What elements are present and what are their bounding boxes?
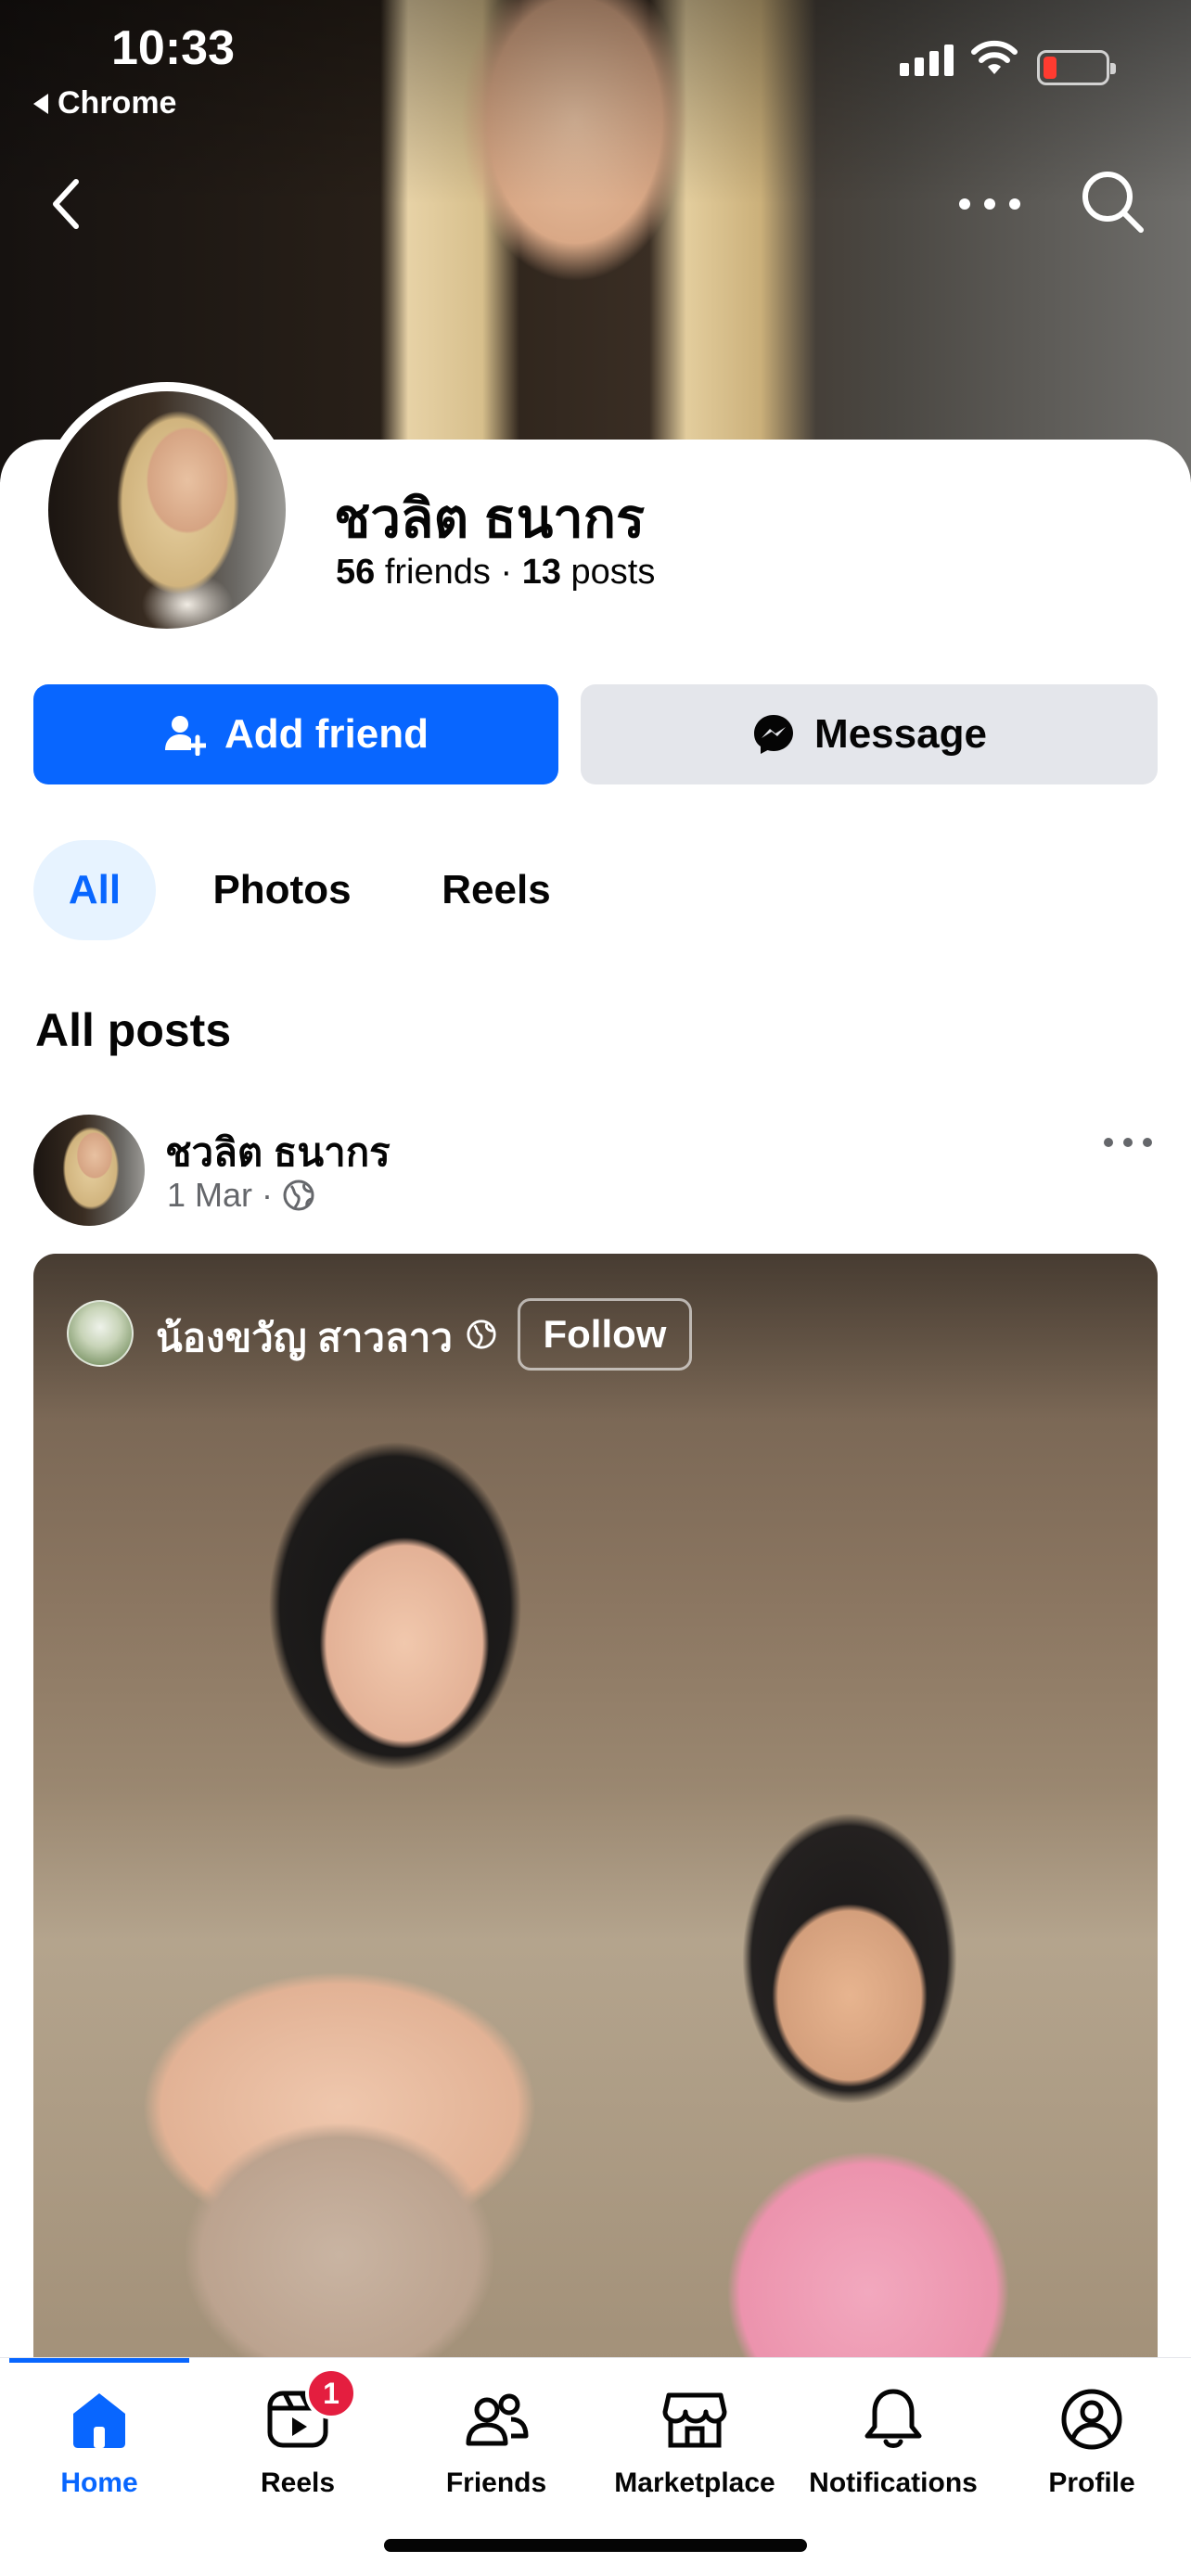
bottom-nav-friends[interactable]: Friends — [397, 2382, 596, 2540]
bottom-nav-notifications-label: Notifications — [809, 2468, 978, 2498]
post-meta-separator: · — [262, 1176, 274, 1214]
marketplace-icon — [662, 2392, 727, 2448]
bottom-nav-friends-label: Friends — [445, 2468, 547, 2498]
messenger-icon — [754, 715, 794, 754]
tab-all[interactable]: All — [33, 840, 156, 940]
post-reel-video[interactable]: น้องขวัญ สาวลาว Follow — [33, 1254, 1158, 2363]
friends-count[interactable]: 56 — [336, 553, 375, 592]
post-meta: 1 Mar · — [167, 1176, 315, 1215]
bottom-nav-profile-label: Profile — [1048, 2468, 1135, 2498]
status-time: 10:33 — [111, 21, 235, 75]
tab-reels[interactable]: Reels — [416, 840, 577, 940]
more-horizontal-icon[interactable] — [959, 185, 1020, 223]
post-author-name[interactable]: ชวลิต ธนากร — [165, 1122, 391, 1183]
reel-author-avatar[interactable] — [67, 1300, 134, 1367]
tab-photos[interactable]: Photos — [197, 840, 367, 940]
bottom-nav-marketplace-label: Marketplace — [614, 2468, 775, 2498]
wifi-icon — [971, 40, 1018, 74]
battery-icon — [1037, 50, 1116, 85]
profile-avatar[interactable] — [48, 391, 286, 629]
add-person-icon — [165, 716, 206, 756]
bottom-nav-reels[interactable]: 1 Reels — [198, 2367, 397, 2540]
reel-author-name[interactable]: น้องขวัญ สาวลาว — [156, 1307, 453, 1369]
bell-icon — [864, 2389, 922, 2448]
profile-name: ชวลิต ธนากร — [334, 489, 646, 549]
globe-icon — [467, 1320, 496, 1349]
bottom-nav-reels-label: Reels — [260, 2468, 336, 2498]
bottom-nav-profile[interactable]: Profile — [992, 2382, 1191, 2540]
posts-count: 13 — [521, 553, 561, 592]
follow-button[interactable]: Follow — [518, 1298, 692, 1371]
chevron-left-icon[interactable] — [43, 174, 91, 234]
active-tab-indicator — [9, 2358, 189, 2363]
message-label: Message — [814, 711, 987, 757]
section-title: All posts — [35, 1004, 232, 1056]
add-friend-button[interactable]: Add friend — [33, 684, 558, 784]
bottom-nav-home-label: Home — [60, 2468, 138, 2498]
home-indicator[interactable] — [384, 2539, 807, 2552]
search-icon[interactable] — [1078, 167, 1146, 236]
friends-label[interactable]: friends — [385, 553, 491, 592]
bottom-nav-home[interactable]: Home — [0, 2382, 198, 2540]
back-app-label: Chrome — [58, 85, 177, 121]
cellular-signal-icon — [900, 45, 954, 76]
add-friend-label: Add friend — [224, 711, 429, 757]
bottom-nav-marketplace[interactable]: Marketplace — [596, 2382, 794, 2540]
post-more-icon[interactable] — [1104, 1129, 1152, 1155]
posts-label: posts — [570, 553, 656, 592]
message-button[interactable]: Message — [581, 684, 1158, 784]
home-icon — [73, 2393, 125, 2448]
post-author-avatar[interactable] — [33, 1115, 145, 1226]
post-date[interactable]: 1 Mar — [167, 1176, 252, 1215]
bottom-nav-notifications[interactable]: Notifications — [794, 2382, 992, 2540]
stats-separator: · — [500, 553, 513, 592]
friends-icon — [466, 2393, 529, 2446]
profile-icon — [1061, 2389, 1122, 2450]
back-triangle-icon — [33, 93, 48, 114]
profile-stats: 56 friends · 13 posts — [336, 553, 655, 593]
back-to-app-link[interactable]: Chrome — [33, 85, 176, 121]
globe-icon — [283, 1180, 314, 1211]
reels-badge: 1 — [305, 2367, 357, 2419]
